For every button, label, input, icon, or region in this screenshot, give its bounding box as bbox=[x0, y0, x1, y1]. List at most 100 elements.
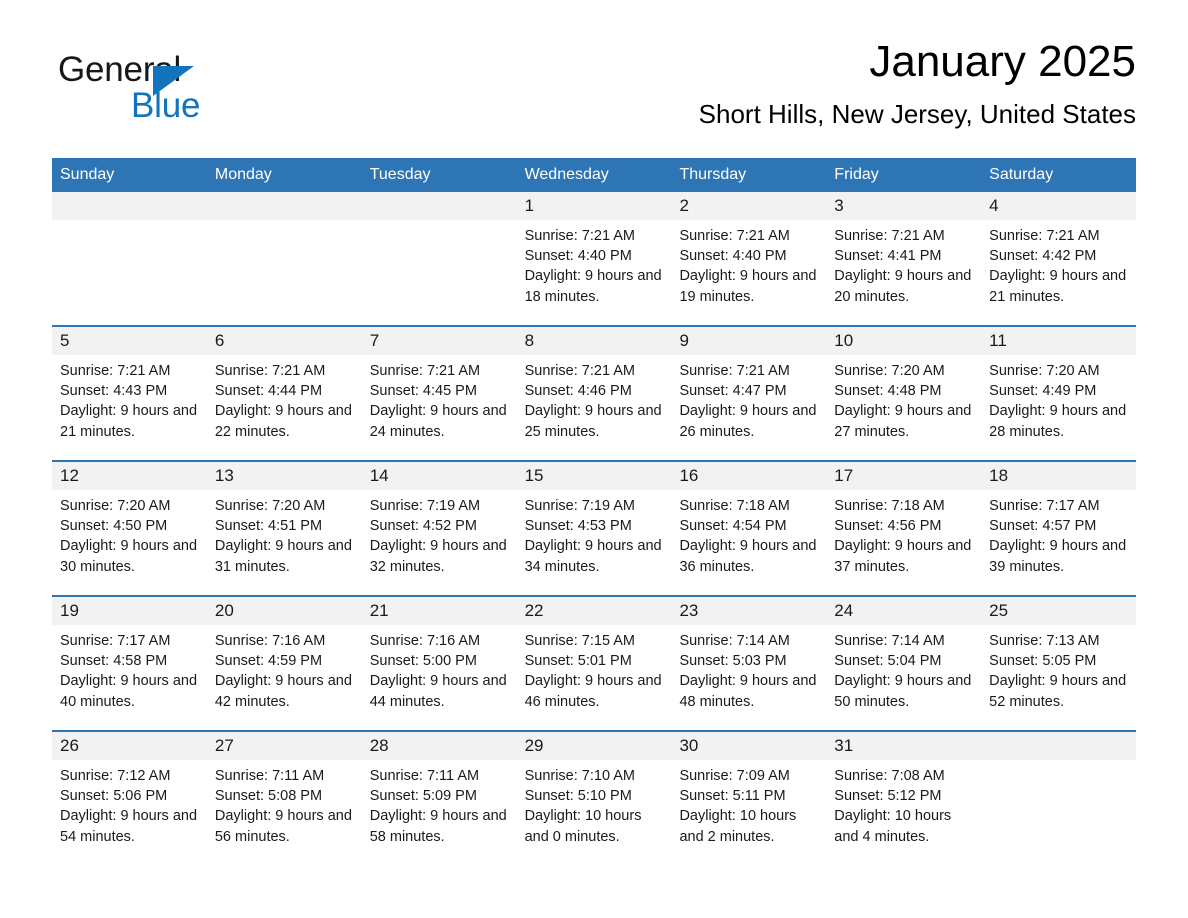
daylight-text: Daylight: 9 hours and 26 minutes. bbox=[679, 403, 817, 440]
sunrise-text: Sunrise: 7:14 AM bbox=[679, 633, 790, 649]
sunrise-text: Sunrise: 7:20 AM bbox=[989, 363, 1100, 379]
day-number-band: 22 bbox=[516, 597, 672, 625]
sunrise-text: Sunrise: 7:14 AM bbox=[834, 633, 945, 649]
day-number: 8 bbox=[524, 331, 535, 350]
day-cell-6[interactable]: 6 Sunrise: 7:21 AM Sunset: 4:44 PM Daylight… bbox=[206, 327, 362, 460]
sunrise-text: Sunrise: 7:18 AM bbox=[834, 498, 945, 514]
day-details: Sunrise: 7:08 AM Sunset: 5:12 PM Daylight:… bbox=[826, 760, 981, 847]
day-cell-3[interactable]: 3 Sunrise: 7:21 AM Sunset: 4:41 PM Daylight… bbox=[826, 192, 982, 325]
day-details: Sunrise: 7:17 AM Sunset: 4:58 PM Daylight:… bbox=[52, 625, 207, 712]
calendar-week-row: 26 Sunrise: 7:12 AM Sunset: 5:06 PM Dayligh… bbox=[52, 730, 1137, 865]
day-cell-30[interactable]: 30 Sunrise: 7:09 AM Sunset: 5:11 PM Dayligh… bbox=[671, 732, 827, 865]
weekday-header-wednesday: Wednesday bbox=[524, 166, 609, 183]
day-cell-17[interactable]: 17 Sunrise: 7:18 AM Sunset: 4:56 PM Dayligh… bbox=[826, 462, 982, 595]
day-cell-5[interactable]: 5 Sunrise: 7:21 AM Sunset: 4:43 PM Daylight… bbox=[52, 327, 207, 460]
day-number-band: 5 bbox=[52, 327, 207, 355]
day-number-band: 4 bbox=[981, 192, 1137, 220]
day-cell-2[interactable]: 2 Sunrise: 7:21 AM Sunset: 4:40 PM Daylight… bbox=[671, 192, 827, 325]
daylight-text: Daylight: 10 hours and 4 minutes. bbox=[834, 808, 952, 845]
sunrise-text: Sunrise: 7:08 AM bbox=[834, 768, 945, 784]
day-number-band: 17 bbox=[826, 462, 982, 490]
day-cell-21[interactable]: 21 Sunrise: 7:16 AM Sunset: 5:00 PM Dayligh… bbox=[361, 597, 517, 730]
sunset-text: Sunset: 4:58 PM bbox=[60, 653, 168, 670]
day-cell-22[interactable]: 22 Sunrise: 7:15 AM Sunset: 5:01 PM Dayligh… bbox=[516, 597, 672, 730]
sunset-text: Sunset: 4:50 PM bbox=[60, 518, 168, 535]
day-number: 25 bbox=[989, 601, 1009, 620]
day-cell-27[interactable]: 27 Sunrise: 7:11 AM Sunset: 5:08 PM Dayligh… bbox=[206, 732, 362, 865]
day-number: 31 bbox=[834, 736, 854, 755]
sunset-text: Sunset: 4:42 PM bbox=[989, 248, 1097, 265]
day-number: 13 bbox=[214, 466, 234, 485]
day-cell-23[interactable]: 23 Sunrise: 7:14 AM Sunset: 5:03 PM Dayligh… bbox=[671, 597, 827, 730]
day-cell-14[interactable]: 14 Sunrise: 7:19 AM Sunset: 4:52 PM Dayligh… bbox=[361, 462, 517, 595]
day-cell-26[interactable]: 26 Sunrise: 7:12 AM Sunset: 5:06 PM Dayligh… bbox=[52, 732, 207, 865]
day-cell-9[interactable]: 9 Sunrise: 7:21 AM Sunset: 4:47 PM Daylight… bbox=[671, 327, 827, 460]
day-cell-20[interactable]: 20 Sunrise: 7:16 AM Sunset: 4:59 PM Dayligh… bbox=[206, 597, 362, 730]
day-cell-19[interactable]: 19 Sunrise: 7:17 AM Sunset: 4:58 PM Dayligh… bbox=[52, 597, 207, 730]
daylight-text: Daylight: 9 hours and 39 minutes. bbox=[989, 538, 1127, 575]
day-cell-11[interactable]: 11 Sunrise: 7:20 AM Sunset: 4:49 PM Dayligh… bbox=[981, 327, 1137, 460]
day-cell-29[interactable]: 29 Sunrise: 7:10 AM Sunset: 5:10 PM Dayligh… bbox=[516, 732, 672, 865]
day-number-band bbox=[361, 192, 517, 220]
day-details: Sunrise: 7:21 AM Sunset: 4:44 PM Daylight:… bbox=[207, 355, 362, 442]
sunrise-text: Sunrise: 7:12 AM bbox=[60, 768, 171, 784]
day-cell-18[interactable]: 18 Sunrise: 7:17 AM Sunset: 4:57 PM Dayligh… bbox=[981, 462, 1137, 595]
day-number-band: 23 bbox=[671, 597, 827, 625]
day-cell-13[interactable]: 13 Sunrise: 7:20 AM Sunset: 4:51 PM Dayligh… bbox=[206, 462, 362, 595]
title-block: January 2025 Short Hills, New Jersey, Un… bbox=[699, 34, 1136, 130]
page-header: General Blue January 2025 Short Hills, N… bbox=[52, 34, 1136, 146]
day-details: Sunrise: 7:14 AM Sunset: 5:03 PM Daylight:… bbox=[671, 625, 826, 712]
day-details: Sunrise: 7:21 AM Sunset: 4:40 PM Daylight:… bbox=[517, 220, 672, 307]
day-details: Sunrise: 7:19 AM Sunset: 4:52 PM Daylight:… bbox=[362, 490, 517, 577]
day-number: 17 bbox=[834, 466, 854, 485]
daylight-text: Daylight: 9 hours and 24 minutes. bbox=[369, 403, 507, 440]
day-number: 24 bbox=[834, 601, 854, 620]
day-number-band: 31 bbox=[826, 732, 982, 760]
weekday-header-sunday: Sunday bbox=[60, 166, 115, 183]
sunset-text: Sunset: 4:47 PM bbox=[679, 383, 787, 400]
day-details: Sunrise: 7:18 AM Sunset: 4:54 PM Daylight:… bbox=[671, 490, 826, 577]
day-cell-15[interactable]: 15 Sunrise: 7:19 AM Sunset: 4:53 PM Dayligh… bbox=[516, 462, 672, 595]
day-cell-1[interactable]: 1 Sunrise: 7:21 AM Sunset: 4:40 PM Daylight… bbox=[516, 192, 672, 325]
day-number: 12 bbox=[60, 466, 79, 485]
sunrise-text: Sunrise: 7:15 AM bbox=[524, 633, 635, 649]
daylight-text: Daylight: 9 hours and 46 minutes. bbox=[524, 673, 662, 710]
day-number-band: 8 bbox=[516, 327, 672, 355]
day-cell-28[interactable]: 28 Sunrise: 7:11 AM Sunset: 5:09 PM Dayligh… bbox=[361, 732, 517, 865]
day-cell-16[interactable]: 16 Sunrise: 7:18 AM Sunset: 4:54 PM Dayligh… bbox=[671, 462, 827, 595]
day-number: 6 bbox=[214, 331, 225, 350]
sunset-text: Sunset: 5:00 PM bbox=[369, 653, 477, 670]
day-number-band: 24 bbox=[826, 597, 982, 625]
sunset-text: Sunset: 5:03 PM bbox=[679, 653, 787, 670]
day-cell-31[interactable]: 31 Sunrise: 7:08 AM Sunset: 5:12 PM Dayligh… bbox=[826, 732, 982, 865]
day-details: Sunrise: 7:16 AM Sunset: 4:59 PM Daylight:… bbox=[207, 625, 362, 712]
daylight-text: Daylight: 9 hours and 30 minutes. bbox=[60, 538, 198, 575]
day-number: 29 bbox=[524, 736, 544, 755]
day-number: 28 bbox=[369, 736, 389, 755]
logo-text-blue: Blue bbox=[131, 86, 201, 125]
sunset-text: Sunset: 4:43 PM bbox=[60, 383, 168, 400]
sunrise-text: Sunrise: 7:16 AM bbox=[214, 633, 326, 649]
day-cell-8[interactable]: 8 Sunrise: 7:21 AM Sunset: 4:46 PM Daylight… bbox=[516, 327, 672, 460]
sunset-text: Sunset: 5:04 PM bbox=[834, 653, 942, 670]
day-cell-7[interactable]: 7 Sunrise: 7:21 AM Sunset: 4:45 PM Daylight… bbox=[361, 327, 517, 460]
day-number-band bbox=[52, 192, 207, 220]
day-number: 19 bbox=[60, 601, 79, 620]
day-cell-25[interactable]: 25 Sunrise: 7:13 AM Sunset: 5:05 PM Dayligh… bbox=[981, 597, 1137, 730]
day-number-band: 26 bbox=[52, 732, 207, 760]
day-cell-10[interactable]: 10 Sunrise: 7:20 AM Sunset: 4:48 PM Dayligh… bbox=[826, 327, 982, 460]
daylight-text: Daylight: 9 hours and 34 minutes. bbox=[524, 538, 662, 575]
day-number: 10 bbox=[834, 331, 854, 350]
day-number-band: 27 bbox=[206, 732, 362, 760]
day-number-band: 7 bbox=[361, 327, 517, 355]
day-cell-24[interactable]: 24 Sunrise: 7:14 AM Sunset: 5:04 PM Dayligh… bbox=[826, 597, 982, 730]
daylight-text: Daylight: 10 hours and 0 minutes. bbox=[524, 808, 642, 845]
day-number-band: 28 bbox=[361, 732, 517, 760]
calendar-grid: Sunday Monday Tuesday Wednesday Thursday Frid… bbox=[52, 158, 1137, 865]
sunrise-text: Sunrise: 7:11 AM bbox=[369, 768, 480, 784]
day-cell-4[interactable]: 4 Sunrise: 7:21 AM Sunset: 4:42 PM Daylight… bbox=[981, 192, 1137, 325]
day-cell-empty bbox=[52, 192, 207, 325]
day-cell-12[interactable]: 12 Sunrise: 7:20 AM Sunset: 4:50 PM Dayligh… bbox=[52, 462, 207, 595]
generalblue-logo[interactable]: General Blue bbox=[58, 50, 318, 134]
daylight-text: Daylight: 9 hours and 37 minutes. bbox=[834, 538, 972, 575]
